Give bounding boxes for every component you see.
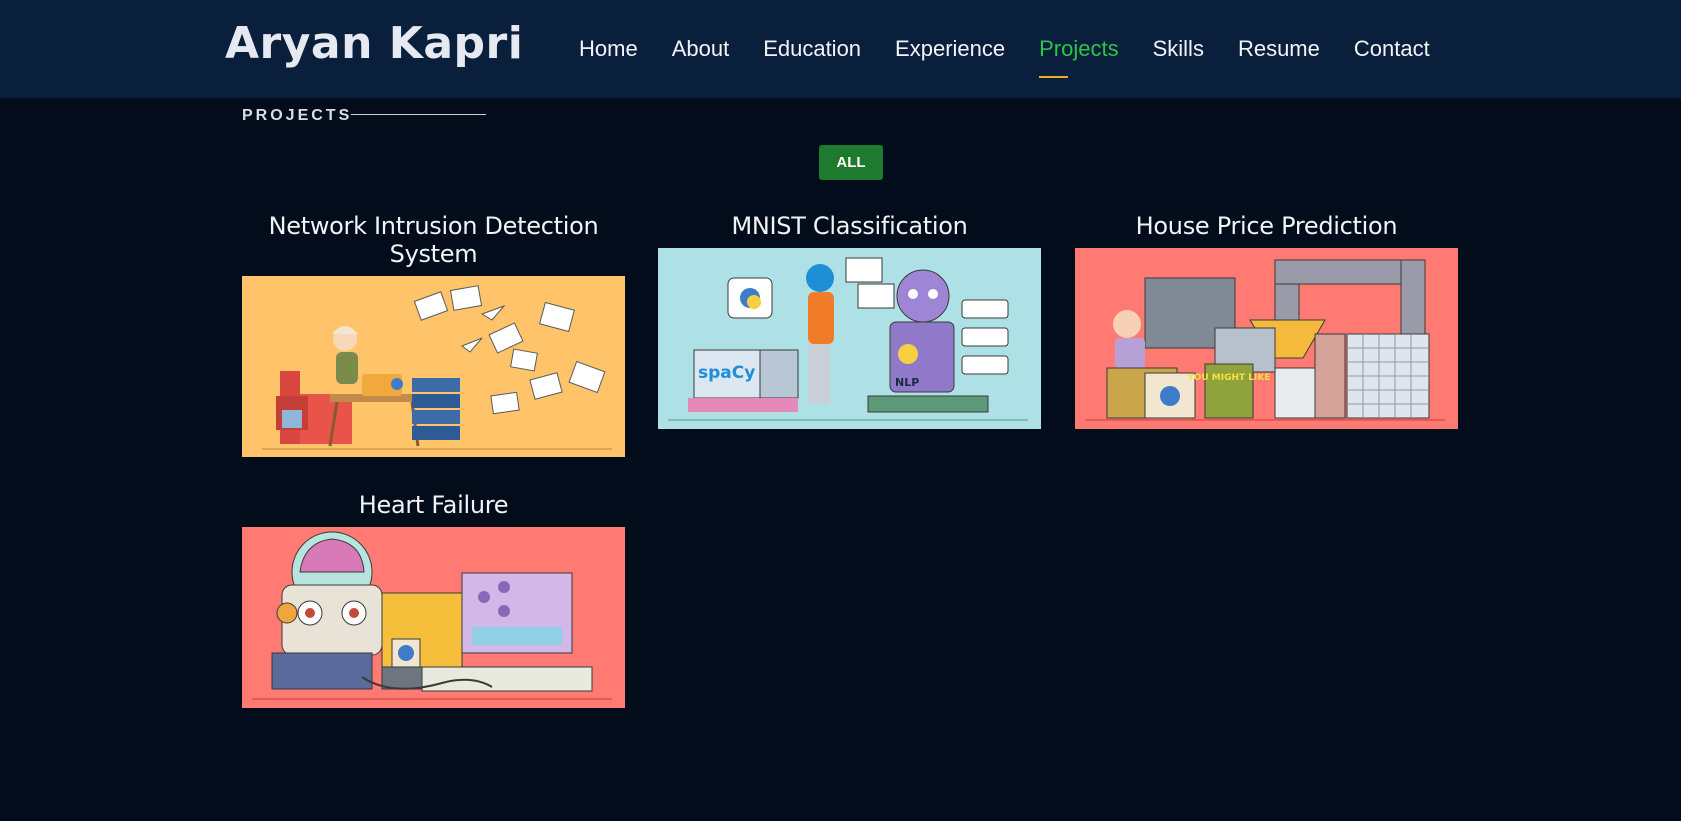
- network-illustration: [262, 285, 612, 450]
- section-title: PROJECTS: [242, 107, 353, 124]
- nav-contact[interactable]: Contact: [1354, 36, 1430, 66]
- nav-resume[interactable]: Resume: [1238, 36, 1320, 66]
- project-card-nids[interactable]: Network Intrusion Detection System: [242, 212, 625, 457]
- ai-brain-illustration: [252, 531, 612, 700]
- nav-home[interactable]: Home: [579, 36, 638, 66]
- nav-about[interactable]: About: [672, 36, 730, 66]
- spacy-logo-text: spaCy: [698, 363, 755, 383]
- nav-education[interactable]: Education: [763, 36, 861, 66]
- nlp-robot-illustration: spaCy NLP: [668, 257, 1028, 421]
- project-title: Network Intrusion Detection System: [268, 212, 599, 268]
- you-might-like-text: YOU MIGHT LIKE: [1187, 373, 1271, 383]
- site-header: Aryan Kapri Home About Education Experie…: [0, 0, 1681, 98]
- section-title-divider: [351, 114, 486, 115]
- project-title: MNIST Classification: [731, 212, 968, 240]
- project-image[interactable]: spaCy NLP: [658, 248, 1041, 429]
- project-image[interactable]: YOU MIGHT LIKE: [1075, 248, 1458, 429]
- recommendation-illustration: YOU MIGHT LIKE: [1085, 259, 1445, 421]
- project-card-heart-failure[interactable]: Heart Failure: [242, 491, 625, 708]
- project-title: House Price Prediction: [1135, 212, 1398, 240]
- nav-skills[interactable]: Skills: [1153, 36, 1204, 66]
- project-card-mnist[interactable]: MNIST Classification spaCy NLP: [658, 212, 1041, 429]
- filter-all-button[interactable]: ALL: [819, 145, 883, 180]
- brand-logo-text[interactable]: Aryan Kapri: [225, 18, 523, 69]
- nav-experience[interactable]: Experience: [895, 36, 1005, 66]
- main-nav: Home About Education Experience Projects…: [579, 36, 1464, 78]
- nav-projects[interactable]: Projects: [1039, 36, 1119, 78]
- project-title: Heart Failure: [358, 491, 509, 519]
- nlp-label-text: NLP: [895, 376, 919, 389]
- project-card-house-price[interactable]: House Price Prediction YOU MIGHT LIKE: [1075, 212, 1458, 429]
- project-image[interactable]: [242, 527, 625, 708]
- project-image[interactable]: [242, 276, 625, 457]
